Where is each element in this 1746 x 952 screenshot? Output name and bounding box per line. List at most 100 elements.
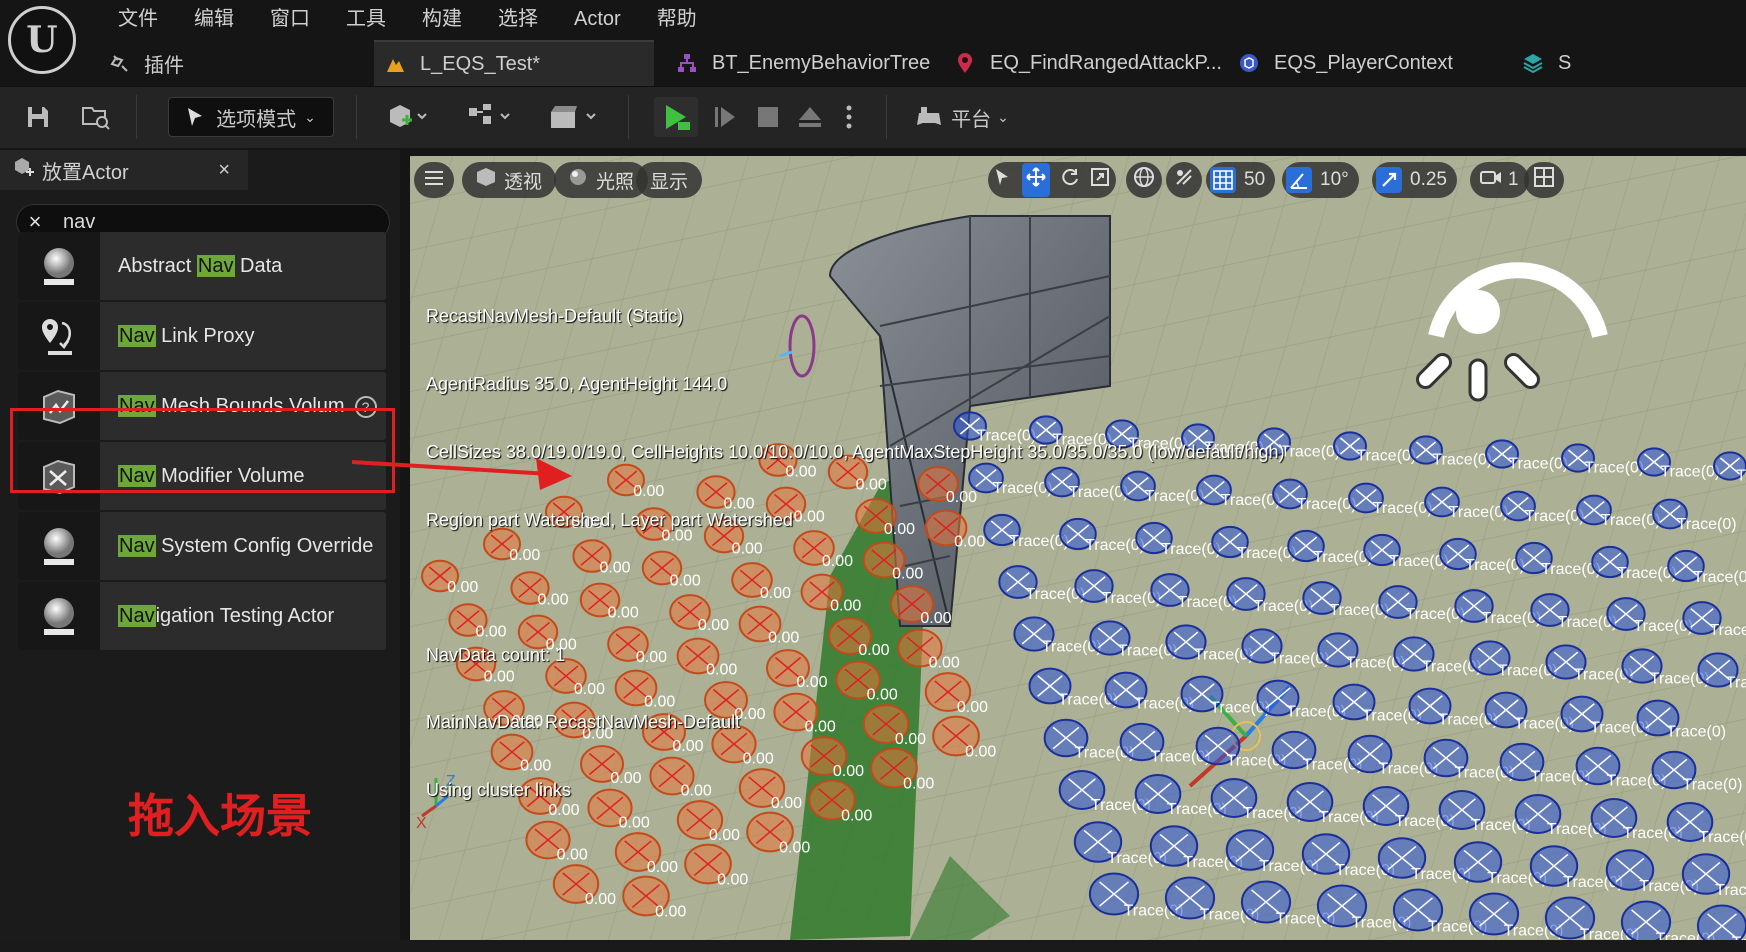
close-icon[interactable]: × xyxy=(218,159,230,182)
navinfo-line: MainNavData: RecastNavMesh-Default xyxy=(426,712,741,733)
camera-speed-control[interactable]: 1 xyxy=(1470,162,1529,198)
place-actors-tab[interactable]: 放置Actor × xyxy=(0,150,248,190)
eqs-point-label: Trace(0) xyxy=(1584,459,1644,476)
perspective-label: 透视 xyxy=(504,171,543,193)
eqs-point-label: 0.00 xyxy=(585,891,616,908)
platforms-button[interactable]: 平台 ⌄ xyxy=(912,97,1012,137)
eqs-point-label: Trace(0) xyxy=(1726,675,1746,692)
save-icon[interactable] xyxy=(18,97,58,137)
add-actor-button[interactable] xyxy=(380,97,436,137)
level-icon xyxy=(384,53,406,75)
grid-snap-control[interactable]: 50 xyxy=(1206,162,1276,198)
actor-search-input[interactable] xyxy=(53,210,353,234)
navmesh-debug-info: RecastNavMesh-Default (Static) AgentRadi… xyxy=(426,260,1285,847)
chevron-down-icon: ⌄ xyxy=(304,108,316,125)
eqs-point-label: Trace(0) xyxy=(1525,508,1585,525)
actor-item-abstract-nav-data[interactable]: Abstract Nav Data xyxy=(18,232,386,300)
menu-actor[interactable]: Actor xyxy=(556,4,639,34)
grid-snap-value: 50 xyxy=(1244,169,1266,190)
sphere-actor-icon xyxy=(18,582,100,650)
tab-more[interactable]: S xyxy=(1522,40,1571,86)
surface-snap-icon xyxy=(1173,166,1195,194)
platforms-label: 平台 xyxy=(951,108,992,131)
actor-item-navigation-testing-actor[interactable]: Navigation Testing Actor xyxy=(18,582,386,650)
tab-eqs-query[interactable]: EQ_FindRangedAttackP... xyxy=(954,40,1222,86)
tab-eqs-context[interactable]: EQS_PlayerContext xyxy=(1238,40,1453,86)
surface-snapping-toggle[interactable] xyxy=(1166,162,1202,198)
eqs-point-label: 0.00 xyxy=(647,859,678,876)
tab-eqs-query-label: EQ_FindRangedAttackP... xyxy=(990,51,1222,74)
advance-frame-button[interactable] xyxy=(704,97,744,137)
eqs-point-label: Trace(0) xyxy=(1297,496,1357,513)
menu-help[interactable]: 帮助 xyxy=(639,4,715,34)
play-options-icon[interactable] xyxy=(834,97,864,137)
tab-level[interactable]: L_EQS_Test* xyxy=(374,40,654,86)
perspective-button[interactable]: 透视 xyxy=(462,162,557,198)
select-mode-dropdown[interactable]: 选项模式 ⌄ xyxy=(168,97,334,137)
eqs-point-label: Trace(0) xyxy=(1373,500,1433,517)
menu-edit[interactable]: 编辑 xyxy=(176,4,252,34)
eqs-point-label: Trace(0) xyxy=(1709,622,1746,639)
tab-behavior-tree[interactable]: BT_EnemyBehaviorTree xyxy=(676,40,930,86)
translate-tool-icon[interactable] xyxy=(1022,163,1050,197)
viewport-menu-button[interactable] xyxy=(414,162,454,198)
content-browser-icon[interactable] xyxy=(76,97,116,137)
highlight-annotation-box xyxy=(10,408,395,493)
rotate-tool-icon[interactable] xyxy=(1060,167,1080,193)
hamburger-icon xyxy=(425,169,443,191)
camera-speed-value: 1 xyxy=(1508,169,1519,190)
cube-icon xyxy=(476,167,496,193)
select-tool-icon[interactable] xyxy=(994,167,1012,193)
unreal-editor-window: 文件 编辑 窗口 工具 构建 选择 Actor 帮助 U 插件 L_EQS_Te… xyxy=(0,0,1746,952)
actor-item-nav-system-config-override[interactable]: Nav System Config Override xyxy=(18,512,386,580)
viewport-layout-button[interactable] xyxy=(1524,162,1564,198)
eqs-point-label: 0.00 xyxy=(717,872,748,889)
eject-button[interactable] xyxy=(790,97,830,137)
angle-snap-icon xyxy=(1286,167,1312,193)
blueprint-icon xyxy=(1522,52,1544,74)
menu-tools[interactable]: 工具 xyxy=(328,4,404,34)
eqs-point-label: Trace(0) xyxy=(1280,443,1340,460)
scale-snap-control[interactable]: 0.25 xyxy=(1372,162,1457,198)
rotation-snap-control[interactable]: 10° xyxy=(1282,162,1359,198)
navinfo-line: RecastNavMesh-Default (Static) xyxy=(426,306,684,327)
menu-file[interactable]: 文件 xyxy=(100,4,176,34)
behavior-tree-icon xyxy=(676,52,698,74)
play-button[interactable] xyxy=(654,97,698,137)
lit-sphere-icon xyxy=(568,167,588,193)
menu-build[interactable]: 构建 xyxy=(404,4,480,34)
menu-bar: 文件 编辑 窗口 工具 构建 选择 Actor 帮助 xyxy=(0,0,1746,40)
main-toolbar: 选项模式 ⌄ 平台 ⌄ xyxy=(0,86,1746,148)
tab-more-label: S xyxy=(1558,51,1572,74)
tab-plugins-label: 插件 xyxy=(144,54,184,77)
stop-button[interactable] xyxy=(748,97,788,137)
cinematics-button[interactable] xyxy=(546,97,602,137)
blueprint-menu-button[interactable] xyxy=(462,97,518,137)
rotation-snap-value: 10° xyxy=(1320,169,1349,190)
menu-select[interactable]: 选择 xyxy=(480,4,556,34)
world-space-toggle[interactable] xyxy=(1126,162,1162,198)
lighting-button[interactable]: 光照 xyxy=(554,162,649,198)
eqs-point-label: Trace(0) xyxy=(1693,569,1746,586)
menu-window[interactable]: 窗口 xyxy=(252,4,328,34)
scale-tool-icon[interactable] xyxy=(1090,167,1110,193)
unreal-logo-icon[interactable]: U xyxy=(8,6,76,74)
navinfo-line: Region part Watershed, Layer part Waters… xyxy=(426,509,793,530)
actor-item-nav-link-proxy[interactable]: Nav Link Proxy xyxy=(18,302,386,370)
navinfo-line: AgentRadius 35.0, AgentHeight 144.0 xyxy=(426,373,728,394)
globe-icon xyxy=(1133,166,1155,194)
show-button[interactable]: 显示 xyxy=(636,162,703,198)
lighting-label: 光照 xyxy=(596,171,635,193)
transform-tools-group xyxy=(988,162,1116,198)
sphere-actor-icon xyxy=(18,512,100,580)
show-label: 显示 xyxy=(650,171,689,193)
chevron-down-icon: ⌄ xyxy=(997,108,1009,125)
select-mode-icon xyxy=(186,106,206,128)
eqs-point-label: Trace(0) xyxy=(1699,829,1746,846)
level-viewport[interactable]: X Z 0.00 0.00 0.00 0.00 0.00 0.00 0.00 0.00 0.00… xyxy=(410,156,1746,940)
eqs-point-label: Trace(0) xyxy=(1660,463,1720,480)
eqs-point-label: Trace(0) xyxy=(1666,723,1726,740)
tab-plugins[interactable]: 插件 xyxy=(108,40,184,86)
eqs-point-label: Trace(0) xyxy=(1677,516,1737,533)
eqs-point-label: Trace(0) xyxy=(1736,467,1746,484)
